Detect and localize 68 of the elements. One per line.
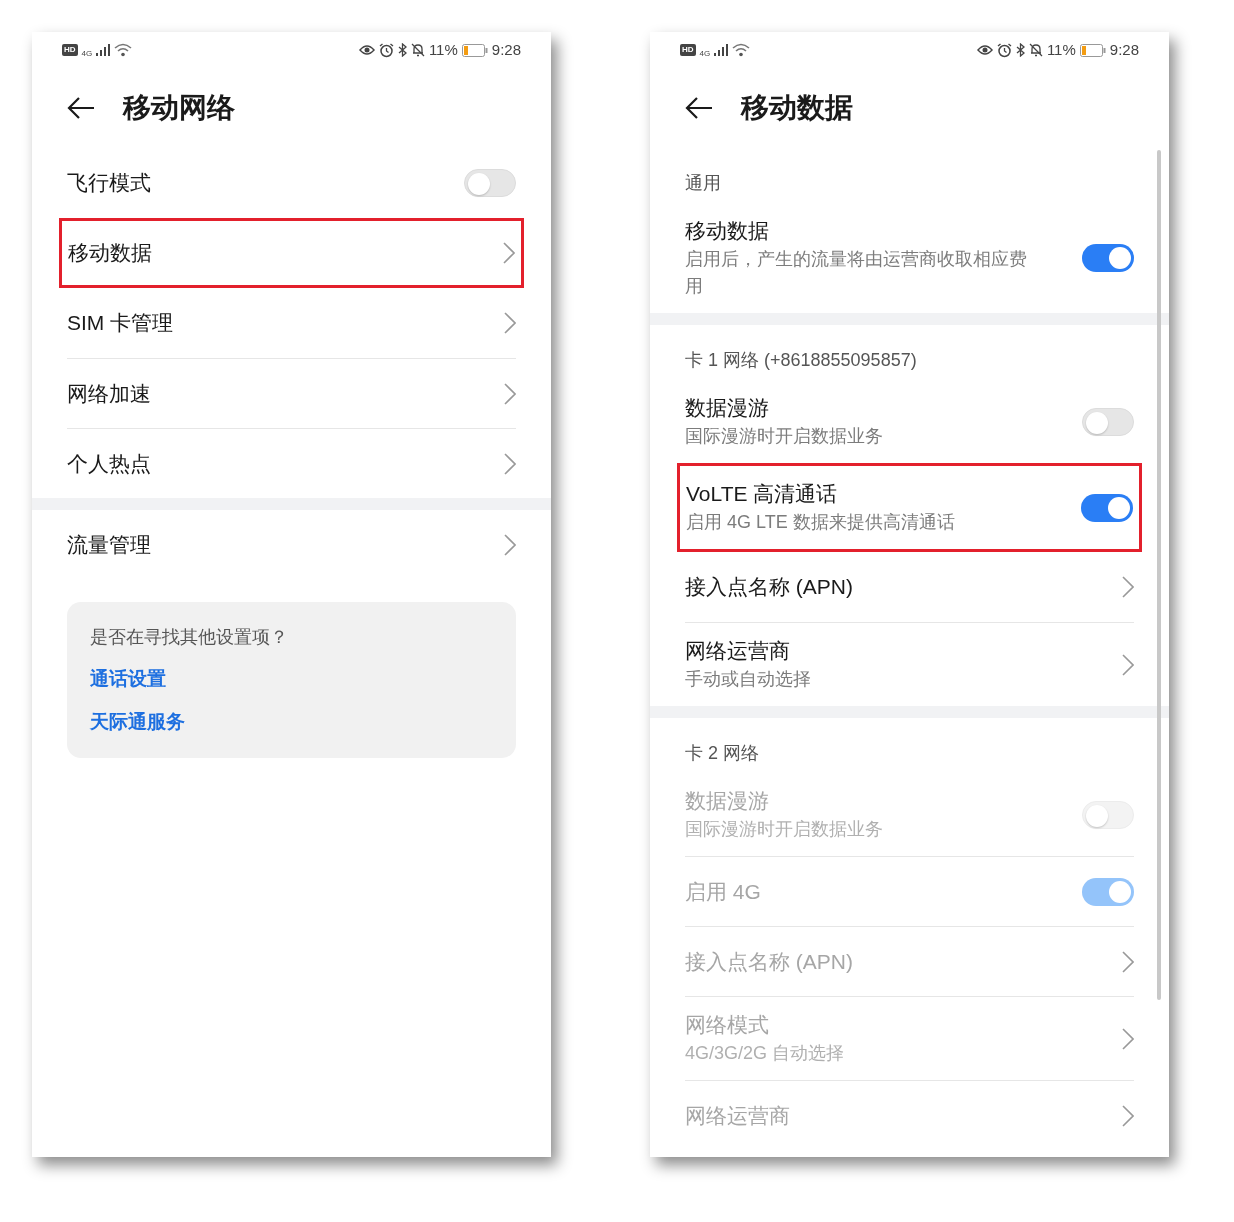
eye-icon: [358, 44, 375, 56]
bluetooth-icon: [397, 43, 407, 57]
back-arrow-icon[interactable]: [685, 96, 713, 120]
muted-bell-icon: [1028, 43, 1043, 57]
battery-percent: 11%: [1046, 39, 1076, 60]
signal-icon: [96, 44, 111, 56]
alarm-icon: [378, 42, 394, 58]
network-type: 4G: [699, 50, 711, 58]
page-title: 移动数据: [741, 91, 853, 125]
clock-time: 9:28: [491, 39, 521, 60]
chevron-right-icon: [504, 534, 516, 556]
page-title: 移动网络: [123, 91, 235, 125]
setting-title: 网络运营商: [685, 1102, 791, 1129]
setting-description: 国际漫游时开启数据业务: [685, 425, 884, 448]
setting-description: 启用 4G LTE 数据来提供高清通话: [686, 511, 956, 534]
settings-link[interactable]: 天际通服务: [90, 707, 185, 736]
back-arrow-icon[interactable]: [67, 96, 95, 120]
toggle-switch[interactable]: [1082, 407, 1134, 436]
hd-badge: HD: [680, 44, 696, 56]
battery-icon: [461, 43, 488, 57]
setting-title: VoLTE 高清通话: [686, 481, 839, 507]
chevron-right-icon: [1122, 1104, 1134, 1127]
setting-title: 移动数据: [68, 240, 153, 266]
setting-description: 手动或自动选择: [685, 668, 812, 691]
chevron-right-icon: [1122, 1027, 1134, 1050]
toggle-switch[interactable]: [1081, 493, 1133, 522]
setting-title: 流量管理: [67, 532, 152, 558]
setting-description: 4G/3G/2G 自动选择: [685, 1042, 846, 1065]
chevron-right-icon: [504, 452, 516, 475]
setting-title: 个人热点: [67, 450, 152, 477]
bluetooth-icon: [1015, 43, 1025, 57]
chevron-right-icon: [1122, 950, 1134, 973]
suggestion-question: 是否在寻找其他设置项？: [90, 626, 289, 649]
battery-icon: [1079, 43, 1106, 57]
chevron-right-icon: [503, 242, 515, 264]
toggle-switch[interactable]: [1082, 244, 1134, 272]
setting-title: 数据漫游: [685, 788, 770, 814]
setting-description: 国际漫游时开启数据业务: [685, 818, 884, 841]
hd-badge: HD: [62, 44, 78, 56]
section-header: 通用: [685, 173, 721, 193]
chevron-right-icon: [504, 312, 516, 334]
setting-title: 接入点名称 (APN): [685, 948, 854, 975]
settings-link[interactable]: 通话设置: [90, 665, 166, 694]
signal-icon: [714, 44, 729, 56]
section-header: 卡 1 网络 (+8618855095857): [685, 350, 917, 370]
setting-title: 网络运营商: [685, 638, 791, 664]
toggle-switch[interactable]: [464, 169, 516, 197]
setting-description: 启用后，产生的流量将由运营商收取相应费用: [685, 248, 1028, 298]
chevron-right-icon: [1122, 653, 1134, 676]
setting-title: 网络模式: [685, 1012, 770, 1038]
setting-title: 网络加速: [67, 380, 152, 407]
muted-bell-icon: [410, 43, 425, 57]
network-type: 4G: [81, 50, 93, 58]
wifi-icon: [732, 43, 751, 57]
battery-percent: 11%: [428, 39, 458, 60]
chevron-right-icon: [1122, 576, 1134, 598]
setting-title: 飞行模式: [67, 170, 152, 196]
setting-title: SIM 卡管理: [67, 310, 175, 336]
setting-title: 启用 4G: [685, 878, 762, 905]
setting-title: 移动数据: [685, 218, 770, 244]
eye-icon: [976, 44, 993, 56]
chevron-right-icon: [504, 382, 516, 405]
wifi-icon: [114, 43, 133, 57]
setting-title: 数据漫游: [685, 395, 770, 421]
clock-time: 9:28: [1109, 39, 1139, 60]
setting-title: 接入点名称 (APN): [685, 574, 854, 600]
section-header: 卡 2 网络: [685, 743, 759, 763]
alarm-icon: [996, 42, 1012, 58]
